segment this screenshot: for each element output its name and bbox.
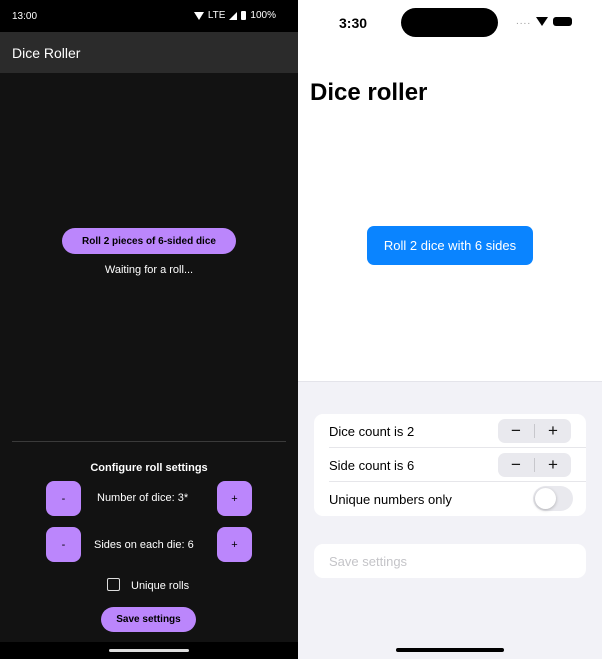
wifi-icon xyxy=(193,11,204,20)
status-icons: LTE 100% xyxy=(193,10,276,21)
signal-icon xyxy=(229,11,238,20)
unique-toggle[interactable] xyxy=(533,486,573,511)
save-settings-label: Save settings xyxy=(329,554,408,569)
roll-button[interactable]: Roll 2 dice with 6 sides xyxy=(367,226,533,265)
dice-count-label: Number of dice: 3* xyxy=(97,492,189,504)
settings-card: Dice count is 2 − + Side count is 6 − + xyxy=(314,414,586,516)
android-nav-bar xyxy=(0,642,298,659)
toggle-knob xyxy=(535,488,556,509)
ios-screen: 3:30 .... Dice roller Roll 2 dice with 6… xyxy=(298,0,602,659)
battery-icon xyxy=(553,17,573,26)
android-screen: 13:00 LTE 100% Dice Roller Roll 2 pieces… xyxy=(0,0,298,659)
roll-status: Waiting for a roll... xyxy=(104,264,194,276)
ios-top-section: 3:30 .... Dice roller Roll 2 dice with 6… xyxy=(298,0,602,381)
sides-count-label: Sides on each die: 6 xyxy=(94,539,194,551)
unique-row: Unique numbers only xyxy=(314,482,586,516)
network-type: LTE xyxy=(207,10,226,21)
battery-level: 100% xyxy=(250,10,276,21)
side-count-row: Side count is 6 − + xyxy=(314,448,586,482)
app-title: Dice Roller xyxy=(12,45,81,61)
dice-count-row: Dice count is 2 − + xyxy=(314,414,586,448)
roll-button[interactable]: Roll 2 pieces of 6-sided dice xyxy=(62,228,236,254)
unique-rolls-checkbox[interactable] xyxy=(107,578,120,591)
save-settings-button[interactable]: Save settings xyxy=(101,607,196,632)
unique-label: Unique numbers only xyxy=(329,492,452,507)
page-title: Dice roller xyxy=(310,79,428,106)
wifi-icon xyxy=(536,17,549,26)
home-indicator[interactable] xyxy=(396,648,504,652)
divider xyxy=(12,441,286,442)
status-icons: .... xyxy=(516,16,573,27)
dice-decrement-button[interactable]: - xyxy=(46,481,81,516)
sides-decrement-button[interactable]: − xyxy=(498,453,534,477)
sides-increment-button[interactable]: + xyxy=(217,527,252,562)
signal-icon: .... xyxy=(516,16,532,27)
comparison-view: 13:00 LTE 100% Dice Roller Roll 2 pieces… xyxy=(0,0,602,659)
side-count-stepper: − + xyxy=(498,453,571,477)
sides-decrement-button[interactable]: - xyxy=(46,527,81,562)
status-time: 13:00 xyxy=(12,11,38,22)
dice-increment-button[interactable]: + xyxy=(217,481,252,516)
side-count-label: Side count is 6 xyxy=(329,458,415,473)
app-bar: Dice Roller xyxy=(0,32,298,73)
status-time: 3:30 xyxy=(339,15,368,31)
dice-decrement-button[interactable]: − xyxy=(498,419,534,443)
dynamic-island xyxy=(401,8,498,37)
sides-increment-button[interactable]: + xyxy=(535,453,571,477)
dice-count-stepper: − + xyxy=(498,419,571,443)
unique-rolls-label: Unique rolls xyxy=(131,580,190,592)
android-status-bar: 13:00 LTE 100% xyxy=(0,0,298,32)
gesture-handle[interactable] xyxy=(109,649,189,652)
dice-increment-button[interactable]: + xyxy=(535,419,571,443)
dice-count-label: Dice count is 2 xyxy=(329,424,415,439)
divider xyxy=(298,381,602,382)
battery-icon xyxy=(241,11,247,20)
config-heading: Configure roll settings xyxy=(90,462,208,474)
save-settings-button[interactable]: Save settings xyxy=(314,544,586,578)
